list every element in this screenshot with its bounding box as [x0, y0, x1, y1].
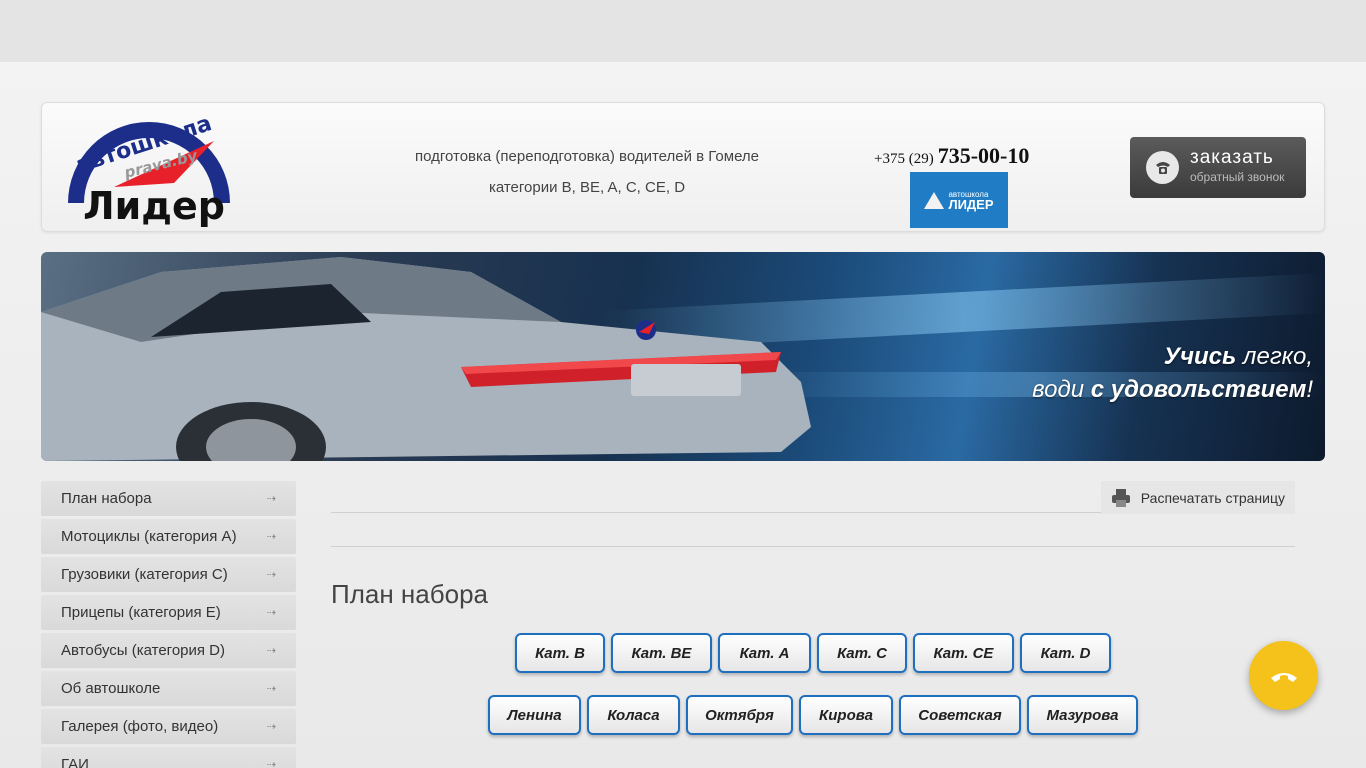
street-button-lenina[interactable]: Ленина — [488, 695, 581, 735]
logo-name-text: Лидер — [83, 184, 225, 228]
street-button-mazurova[interactable]: Мазурова — [1027, 695, 1138, 735]
slogan-start-2: води — [1032, 376, 1091, 403]
arrow-right-icon: ⇢ — [266, 569, 276, 581]
phone-icon — [1146, 151, 1179, 184]
site-header: автошкола prava.by Лидер подготовка (пер… — [41, 102, 1325, 232]
category-buttons: Кат. B Кат. BE Кат. A Кат. C Кат. CE Кат… — [331, 633, 1295, 673]
arrow-right-icon: ⇢ — [266, 607, 276, 619]
sidebar-item-motorcycles[interactable]: Мотоциклы (категория А) ⇢ — [41, 519, 296, 554]
phone-main: 735-00-10 — [937, 143, 1030, 168]
category-button-d[interactable]: Кат. D — [1020, 633, 1111, 673]
street-button-sovetskaya[interactable]: Советская — [899, 695, 1021, 735]
phone-number[interactable]: +375 (29) 735-00-10 — [874, 143, 1029, 169]
print-label: Распечатать страницу — [1140, 489, 1285, 506]
sidebar-item-label: Грузовики (категория С) — [61, 566, 228, 583]
phone-hangup-icon — [1270, 672, 1297, 682]
category-button-be[interactable]: Кат. BE — [611, 633, 712, 673]
sidebar-menu: План набора ⇢ Мотоциклы (категория А) ⇢ Гр… — [41, 481, 296, 768]
arrow-right-icon: ⇢ — [266, 759, 276, 768]
sidebar-item-label: ГАИ — [61, 756, 89, 768]
print-bar: Распечатать страницу — [331, 480, 1295, 514]
tagline: подготовка (переподготовка) водителей в … — [372, 141, 802, 203]
street-buttons: Ленина Коласа Октября Кирова Советская М… — [331, 695, 1295, 735]
school-badge[interactable]: автошкола ЛИДЕР — [910, 172, 1008, 228]
content-divider — [331, 546, 1295, 547]
arrow-right-icon: ⇢ — [266, 493, 276, 505]
top-bar — [0, 0, 1366, 62]
logo[interactable]: автошкола prava.by Лидер — [54, 111, 239, 229]
sidebar-item-label: Прицепы (категория Е) — [61, 604, 221, 621]
printer-icon — [1111, 488, 1130, 507]
sidebar-item-label: Об автошколе — [61, 680, 161, 697]
warning-triangle-icon — [924, 191, 945, 209]
badge-big-text: ЛИДЕР — [948, 197, 994, 212]
call-fab-button[interactable] — [1249, 641, 1318, 710]
sidebar-item-label: План набора — [61, 490, 152, 507]
sidebar-item-gai[interactable]: ГАИ ⇢ — [41, 747, 296, 768]
category-button-c[interactable]: Кат. C — [817, 633, 907, 673]
sidebar-item-gallery[interactable]: Галерея (фото, видео) ⇢ — [41, 709, 296, 744]
arrow-right-icon: ⇢ — [266, 531, 276, 543]
car-illustration — [41, 257, 811, 461]
print-button[interactable]: Распечатать страницу — [1100, 481, 1295, 514]
sidebar-item-plan[interactable]: План набора ⇢ — [41, 481, 296, 516]
street-button-oktyabrya[interactable]: Октября — [686, 695, 793, 735]
callback-sub: обратный звонок — [1190, 170, 1285, 184]
slogan-bold-1: Учись — [1163, 343, 1237, 370]
category-button-b[interactable]: Кат. B — [515, 633, 605, 673]
arrow-right-icon: ⇢ — [266, 645, 276, 657]
sidebar-item-about[interactable]: Об автошколе ⇢ — [41, 671, 296, 706]
slogan-end-2: ! — [1306, 376, 1313, 403]
callback-button[interactable]: заказать обратный звонок — [1130, 137, 1306, 198]
phone-prefix: +375 (29) — [874, 151, 934, 167]
slogan-bold-2: с удовольствием — [1090, 376, 1307, 403]
street-button-kolasa[interactable]: Коласа — [587, 695, 680, 735]
sidebar-item-label: Галерея (фото, видео) — [61, 718, 219, 735]
sidebar-item-trucks[interactable]: Грузовики (категория С) ⇢ — [41, 557, 296, 592]
callback-label: заказать — [1190, 147, 1274, 168]
sidebar-item-label: Автобусы (категория D) — [61, 642, 225, 659]
tagline-line1: подготовка (переподготовка) водителей в … — [414, 148, 760, 165]
sidebar-item-trailers[interactable]: Прицепы (категория Е) ⇢ — [41, 595, 296, 630]
category-button-ce[interactable]: Кат. CE — [913, 633, 1014, 673]
banner-slogan: Учись легко, води с удовольствием! — [1032, 340, 1313, 406]
tagline-line2: категории B, BE, A, C, CE, D — [488, 179, 686, 196]
sidebar-item-label: Мотоциклы (категория А) — [61, 528, 237, 545]
slogan-rest-1: легко, — [1236, 343, 1313, 370]
street-button-kirova[interactable]: Кирова — [799, 695, 893, 735]
hero-banner: Учись легко, води с удовольствием! — [41, 252, 1325, 461]
page-title: План набора — [331, 579, 488, 609]
category-button-a[interactable]: Кат. A — [718, 633, 811, 673]
sidebar-item-buses[interactable]: Автобусы (категория D) ⇢ — [41, 633, 296, 668]
arrow-right-icon: ⇢ — [266, 683, 276, 695]
arrow-right-icon: ⇢ — [266, 721, 276, 733]
